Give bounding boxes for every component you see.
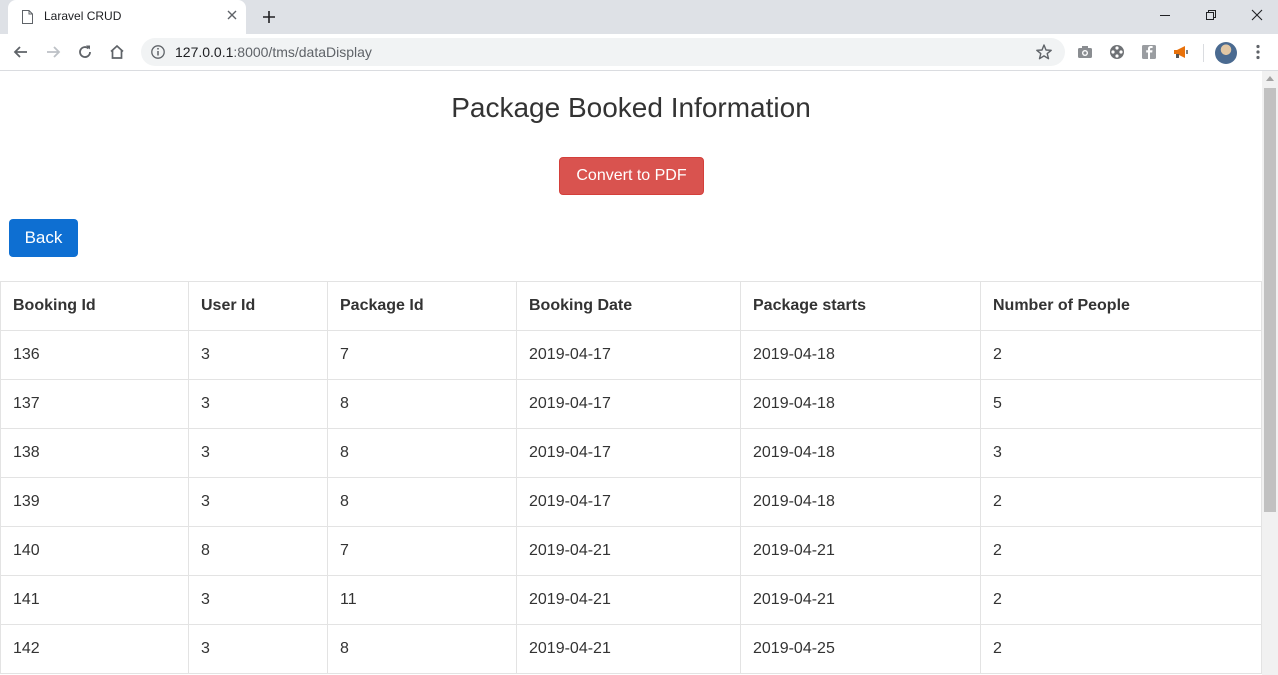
cell-package-id: 8 <box>327 624 517 674</box>
column-header-booking-id: Booking Id <box>0 281 189 331</box>
cell-booking-id: 136 <box>0 330 189 380</box>
minimize-icon[interactable] <box>1158 8 1172 22</box>
convert-to-pdf-button[interactable]: Convert to PDF <box>559 157 704 195</box>
cell-booking-date: 2019-04-21 <box>516 575 741 625</box>
table-header-row: Booking Id User Id Package Id Booking Da… <box>0 281 1262 331</box>
table-row: 140 8 7 2019-04-21 2019-04-21 2 <box>0 526 1262 576</box>
film-reel-icon[interactable] <box>1107 42 1127 62</box>
reload-icon[interactable] <box>76 43 94 61</box>
scroll-up-arrow-icon[interactable] <box>1266 76 1274 81</box>
cell-package-starts: 2019-04-21 <box>740 575 981 625</box>
cell-package-starts: 2019-04-18 <box>740 379 981 429</box>
url-path: :8000/tms/dataDisplay <box>233 44 372 60</box>
tab-title: Laravel CRUD <box>44 9 122 23</box>
cell-package-id: 7 <box>327 330 517 380</box>
url-host: 127.0.0.1 <box>175 44 234 60</box>
cell-package-starts: 2019-04-18 <box>740 477 981 527</box>
close-tab-icon[interactable] <box>226 9 238 21</box>
cell-user-id: 3 <box>188 575 328 625</box>
cell-package-starts: 2019-04-21 <box>740 526 981 576</box>
close-window-icon[interactable] <box>1250 8 1264 22</box>
column-header-booking-date: Booking Date <box>516 281 741 331</box>
cell-booking-date: 2019-04-17 <box>516 477 741 527</box>
cell-booking-date: 2019-04-17 <box>516 379 741 429</box>
cell-booking-date: 2019-04-17 <box>516 428 741 478</box>
column-header-number-of-people: Number of People <box>980 281 1262 331</box>
column-header-package-starts: Package starts <box>740 281 981 331</box>
browser-toolbar: 127.0.0.1:8000/tms/dataDisplay <box>0 34 1278 71</box>
cell-package-starts: 2019-04-25 <box>740 624 981 674</box>
restore-icon[interactable] <box>1204 8 1218 22</box>
cell-booking-id: 139 <box>0 477 189 527</box>
cell-package-id: 8 <box>327 428 517 478</box>
back-button[interactable]: Back <box>9 219 78 257</box>
facebook-icon[interactable] <box>1139 42 1159 62</box>
back-arrow-icon[interactable] <box>12 43 30 61</box>
cell-package-id: 8 <box>327 477 517 527</box>
vertical-scrollbar[interactable] <box>1262 71 1278 675</box>
cell-package-starts: 2019-04-18 <box>740 428 981 478</box>
toolbar-divider <box>1203 44 1204 62</box>
home-icon[interactable] <box>108 43 126 61</box>
scrollbar-thumb[interactable] <box>1264 88 1276 512</box>
cell-package-id: 7 <box>327 526 517 576</box>
cell-user-id: 3 <box>188 477 328 527</box>
cell-number-of-people: 2 <box>980 477 1262 527</box>
cell-user-id: 8 <box>188 526 328 576</box>
cell-user-id: 3 <box>188 624 328 674</box>
cell-booking-id: 138 <box>0 428 189 478</box>
cell-booking-id: 137 <box>0 379 189 429</box>
cell-number-of-people: 2 <box>980 575 1262 625</box>
table-row: 139 3 8 2019-04-17 2019-04-18 2 <box>0 477 1262 527</box>
table-row: 138 3 8 2019-04-17 2019-04-18 3 <box>0 428 1262 478</box>
bookings-table: Booking Id User Id Package Id Booking Da… <box>0 281 1262 674</box>
cell-user-id: 3 <box>188 330 328 380</box>
cell-package-id: 11 <box>327 575 517 625</box>
tab-strip: Laravel CRUD <box>0 0 1278 34</box>
camera-icon[interactable] <box>1075 42 1095 62</box>
cell-number-of-people: 2 <box>980 624 1262 674</box>
new-tab-icon[interactable] <box>261 9 277 25</box>
browser-tab[interactable]: Laravel CRUD <box>8 0 246 34</box>
info-icon[interactable] <box>150 44 166 60</box>
column-header-package-id: Package Id <box>327 281 517 331</box>
cell-booking-date: 2019-04-17 <box>516 330 741 380</box>
cell-user-id: 3 <box>188 428 328 478</box>
url-text: 127.0.0.1:8000/tms/dataDisplay <box>175 44 372 60</box>
column-header-user-id: User Id <box>188 281 328 331</box>
cell-booking-id: 141 <box>0 575 189 625</box>
forward-arrow-icon[interactable] <box>44 43 62 61</box>
table-row: 141 3 11 2019-04-21 2019-04-21 2 <box>0 575 1262 625</box>
cell-booking-id: 142 <box>0 624 189 674</box>
document-icon <box>22 10 33 24</box>
address-bar[interactable]: 127.0.0.1:8000/tms/dataDisplay <box>141 38 1065 66</box>
cell-booking-date: 2019-04-21 <box>516 526 741 576</box>
cell-number-of-people: 3 <box>980 428 1262 478</box>
page-viewport: Package Booked Information Convert to PD… <box>0 71 1262 675</box>
bookmark-star-icon[interactable] <box>1035 43 1053 61</box>
cell-package-id: 8 <box>327 379 517 429</box>
cell-number-of-people: 5 <box>980 379 1262 429</box>
table-row: 142 3 8 2019-04-21 2019-04-25 2 <box>0 624 1262 674</box>
cell-package-starts: 2019-04-18 <box>740 330 981 380</box>
more-menu-icon[interactable] <box>1252 43 1264 61</box>
cell-booking-date: 2019-04-21 <box>516 624 741 674</box>
cell-booking-id: 140 <box>0 526 189 576</box>
cell-number-of-people: 2 <box>980 330 1262 380</box>
cell-user-id: 3 <box>188 379 328 429</box>
table-row: 137 3 8 2019-04-17 2019-04-18 5 <box>0 379 1262 429</box>
cell-number-of-people: 2 <box>980 526 1262 576</box>
megaphone-icon[interactable] <box>1171 42 1191 62</box>
profile-avatar[interactable] <box>1215 42 1237 64</box>
table-row: 136 3 7 2019-04-17 2019-04-18 2 <box>0 330 1262 380</box>
page-title: Package Booked Information <box>451 92 811 123</box>
